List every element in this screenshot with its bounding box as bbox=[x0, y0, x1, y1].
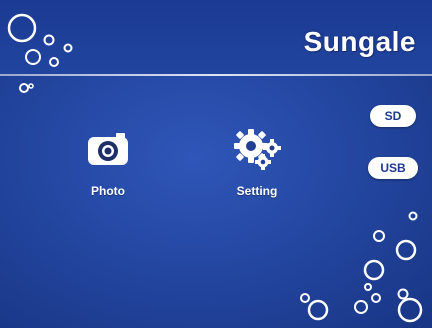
header-divider bbox=[0, 74, 432, 76]
sd-label: SD bbox=[384, 109, 402, 123]
setting-menu-item[interactable]: Setting bbox=[217, 124, 297, 198]
sd-card-button[interactable]: SD bbox=[370, 105, 416, 127]
brand-logo: Sungale bbox=[303, 26, 416, 57]
setting-label: Setting bbox=[236, 184, 278, 198]
usb-label: USB bbox=[380, 161, 406, 175]
main-menu-screen: Sungale Photo Setting SD USB bbox=[0, 0, 432, 328]
usb-button[interactable]: USB bbox=[368, 157, 418, 179]
gears-icon bbox=[234, 129, 281, 170]
camera-icon bbox=[88, 133, 128, 165]
photo-menu-item[interactable]: Photo bbox=[68, 124, 148, 198]
photo-label: Photo bbox=[91, 184, 125, 198]
